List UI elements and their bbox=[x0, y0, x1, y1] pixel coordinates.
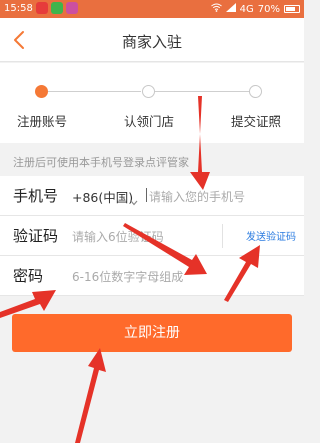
app-notification-icon bbox=[36, 2, 48, 14]
signal-icon bbox=[225, 3, 236, 15]
login-hint: 注册后可使用本手机号登录点评管家 bbox=[13, 156, 189, 169]
password-row: 密码 6-16位数字字母组成 bbox=[0, 256, 304, 296]
status-right: 4G 70% bbox=[210, 3, 300, 15]
text-cursor bbox=[146, 188, 147, 202]
battery-icon bbox=[284, 5, 300, 13]
wifi-icon bbox=[210, 3, 222, 15]
progress-steps: 注册账号 认领门店 提交证照 bbox=[0, 63, 304, 143]
step-label-register: 注册账号 bbox=[17, 114, 68, 129]
step-connector bbox=[43, 91, 141, 92]
divider bbox=[222, 224, 223, 248]
password-input[interactable]: 6-16位数字字母组成 bbox=[72, 268, 183, 285]
phone-input[interactable]: 请输入您的手机号 bbox=[149, 188, 245, 205]
send-code-button[interactable]: 发送验证码 bbox=[246, 228, 296, 243]
network-type: 4G bbox=[239, 3, 254, 15]
page-title: 商家入驻 bbox=[121, 33, 182, 51]
app-notification-icon bbox=[51, 2, 63, 14]
battery-level: 70% bbox=[257, 3, 280, 15]
step-label-submit-license: 提交证照 bbox=[231, 114, 282, 129]
app-notification-icon bbox=[66, 2, 78, 14]
chevron-down-icon[interactable] bbox=[130, 191, 138, 210]
country-code-select[interactable]: +86(中国) bbox=[72, 187, 133, 206]
step-connector bbox=[155, 91, 253, 92]
step-dot-submit-license bbox=[249, 85, 262, 98]
status-bar: 15:58 4G 70% bbox=[0, 0, 304, 18]
notification-icons bbox=[36, 2, 78, 14]
code-label: 验证码 bbox=[13, 227, 59, 245]
code-input[interactable]: 请输入6位验证码 bbox=[72, 228, 164, 245]
step-dot-claim-store bbox=[142, 85, 155, 98]
step-label-claim-store: 认领门店 bbox=[124, 114, 175, 129]
status-time: 15:58 bbox=[4, 3, 33, 14]
annotation-arrow bbox=[75, 348, 106, 443]
register-button[interactable]: 立即注册 bbox=[12, 314, 292, 352]
step-dot-register bbox=[35, 85, 48, 98]
register-form: 手机号 +86(中国) 请输入您的手机号 验证码 请输入6位验证码 发送验证码 … bbox=[0, 176, 304, 296]
code-row: 验证码 请输入6位验证码 发送验证码 bbox=[0, 216, 304, 256]
phone-label: 手机号 bbox=[13, 187, 59, 205]
nav-bar: 商家入驻 bbox=[0, 18, 304, 62]
phone-row: 手机号 +86(中国) 请输入您的手机号 bbox=[0, 176, 304, 216]
password-label: 密码 bbox=[13, 267, 44, 285]
